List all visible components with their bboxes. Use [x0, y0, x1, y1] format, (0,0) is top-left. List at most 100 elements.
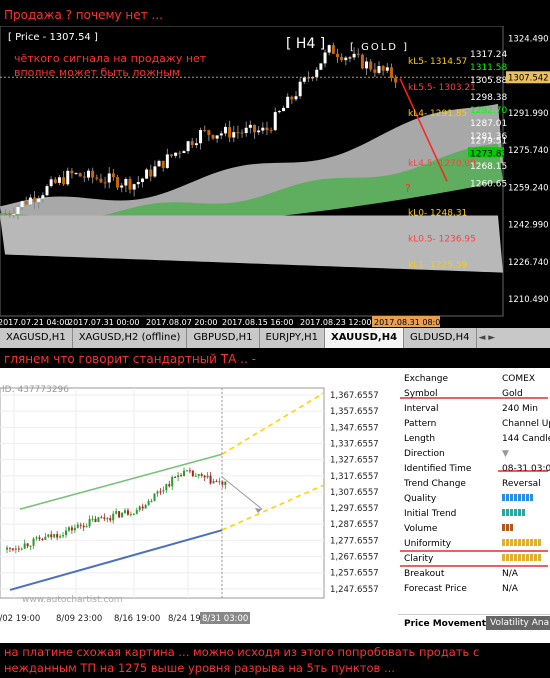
candle — [106, 518, 109, 520]
question-mark: ? — [405, 182, 411, 195]
candle — [16, 207, 20, 215]
chart-note-line2: вполне может быть ложным — [14, 66, 180, 79]
autochartist-chart[interactable]: 1,367.6557 1,357.6557 1,347.6557 1,337.6557… — [0, 368, 398, 643]
rating-bar — [502, 524, 505, 531]
candle — [149, 169, 153, 177]
level-label: kL4.5- 1270.08 — [408, 159, 476, 169]
info-key: Identified Time — [404, 464, 472, 474]
level-value: 1317.24 — [470, 50, 507, 60]
candle — [103, 182, 107, 184]
candle — [327, 45, 331, 53]
info-row-quality: Quality — [402, 492, 548, 507]
mt4-chart[interactable]: kL5- 1314.57 kL5.5- 1303.21 kL4- 1291.85 kL… — [0, 25, 550, 328]
candle — [191, 470, 194, 477]
level-value: 1292.70 — [470, 106, 507, 116]
candle — [115, 511, 118, 514]
rating-bar — [518, 509, 521, 516]
candle — [171, 476, 174, 487]
info-value: 08-31 03:00 — [502, 464, 550, 474]
info-key: Symbol — [404, 389, 438, 399]
rating-bar — [522, 554, 525, 561]
rating-bar — [506, 494, 509, 501]
candle — [41, 538, 44, 540]
tab-gbpusd-h1[interactable]: GBPUSD,H1 — [187, 328, 260, 348]
info-value: 144 Candles — [502, 434, 550, 444]
candle — [6, 547, 8, 550]
candle — [282, 107, 286, 112]
info-value: Channel Up — [502, 419, 550, 429]
info-row-direction: Direction ▼ — [402, 447, 548, 462]
rating-bars — [502, 552, 542, 567]
candle — [76, 524, 79, 528]
volatility-tab[interactable]: Volatility Ana — [486, 616, 550, 630]
candle — [218, 481, 221, 483]
info-value: Gold — [502, 389, 523, 399]
candle — [162, 490, 165, 492]
level-value: 1268.15 — [470, 162, 507, 172]
candle — [8, 213, 12, 215]
price-movement-tab[interactable]: Price Movement — [404, 619, 486, 629]
tab-xagusd-h1[interactable]: XAGUSD,H1 — [0, 328, 73, 348]
candle — [45, 186, 49, 196]
candle — [28, 197, 32, 205]
candle — [138, 506, 141, 510]
candle — [206, 475, 209, 478]
rating-bar — [506, 524, 509, 531]
y-tick-label: 1226.740 — [508, 258, 549, 268]
level-label: kL4- 1291.85 — [408, 109, 467, 119]
timeframe-label: [ H4 ] — [286, 36, 325, 52]
candle — [168, 484, 171, 487]
candle — [185, 470, 188, 472]
rating-bar — [526, 554, 529, 561]
symbol-label: [ GOLD ] — [350, 42, 409, 53]
info-row-identified-time: Identified Time 08-31 03:00 — [402, 462, 550, 477]
candle — [88, 519, 91, 527]
candle — [257, 130, 261, 133]
candle — [348, 57, 352, 59]
tab-xauusd-h4[interactable]: XAUUSD,H4 — [325, 328, 405, 348]
candle — [118, 511, 121, 518]
middle-caption: глянем что говорит стандартный ТА .. - — [4, 352, 256, 366]
candle — [74, 173, 78, 175]
candle — [360, 54, 364, 69]
candle — [294, 96, 298, 100]
info-key: Exchange — [404, 374, 448, 384]
candle — [109, 518, 112, 521]
level-value: 1287.01 — [470, 119, 507, 129]
candle — [273, 112, 277, 131]
rating-bar — [518, 554, 521, 561]
tab-xagusd-h2-offline-[interactable]: XAGUSD,H2 (offline) — [73, 328, 188, 348]
candle — [352, 53, 356, 58]
candle — [73, 527, 76, 531]
x-tick-label: 2017.07.21 04:00 — [0, 318, 69, 327]
candle — [49, 179, 53, 187]
candle — [315, 69, 319, 78]
y-tick-label: 1,317.6557 — [330, 472, 379, 482]
info-key: Initial Trend — [404, 509, 457, 519]
y-tick-label: 1275.740 — [508, 146, 549, 156]
candle — [32, 538, 35, 546]
candle — [194, 475, 197, 477]
candle — [323, 52, 327, 64]
tab-eurjpy-h1[interactable]: EURJPY,H1 — [260, 328, 326, 348]
candle — [62, 177, 66, 185]
tab-scroll-arrows[interactable]: ◄ ► — [477, 333, 498, 343]
candle — [269, 130, 273, 132]
candle — [53, 534, 56, 538]
level-label: kL0- 1248.31 — [408, 209, 467, 219]
y-tick-label: 1259.240 — [508, 184, 549, 194]
candle — [59, 536, 62, 538]
candle — [356, 53, 360, 55]
candle — [53, 179, 57, 183]
y-tick-label: 1324.490 — [508, 35, 549, 45]
candle — [277, 111, 281, 113]
candle — [331, 45, 335, 54]
tab-gldusd-h4[interactable]: GLDUSD,H4 — [404, 328, 477, 348]
candle — [153, 493, 156, 501]
candle — [248, 124, 252, 128]
candle — [207, 130, 211, 135]
candle — [82, 176, 86, 178]
candle — [120, 185, 124, 188]
info-row-length: Length 144 Candles — [402, 432, 550, 447]
x-tick-label: 2017.07.31 00:00 — [68, 318, 139, 327]
